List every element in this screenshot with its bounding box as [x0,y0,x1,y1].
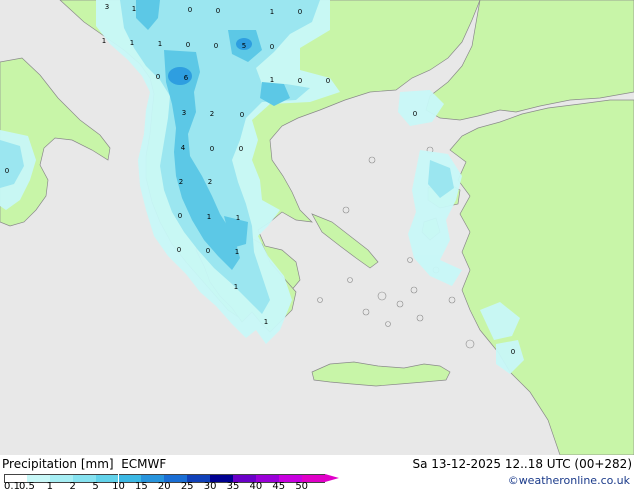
colorbar-tick-label: 1 [46,481,53,492]
model-name: ECMWF [121,457,167,471]
credit-link[interactable]: ©weatheronline.co.uk [508,474,630,487]
precip-value-label: 2 [179,178,183,186]
precip-value-label: 3 [182,109,186,117]
colorbar-tick-label: 30 [203,481,217,492]
precip-value-label: 0 [239,145,243,153]
precip-value-label: 0 [326,77,330,85]
precip-value-label: 0 [156,73,160,81]
precip-value-label: 1 [236,214,240,222]
precip-value-label: 1 [234,283,238,291]
precip-value-label: 5 [242,42,246,50]
precip-value-label: 0 [298,77,302,85]
precip-value-label: 0 [214,42,218,50]
precip-value-label: 2 [210,110,214,118]
precip-value-label: 0 [511,348,515,356]
chart-title: Precipitation [mm] ECMWF [2,457,166,471]
precip-value-label: 0 [240,111,244,119]
title-text: Precipitation [mm] [2,457,114,471]
colorbar-tick-label: 10 [112,481,125,492]
precip-value-label: 4 [181,144,186,152]
precip-value-label: 0 [206,247,210,255]
colorbar-tick-label: 5 [92,481,99,492]
colorbar-tick-label: 15 [135,481,148,492]
colorbar-tick-label: 0.1 [4,481,20,492]
precip-value-label: 1 [130,39,134,47]
colorbar-tick-label: 45 [272,481,286,492]
colorbar-tick-label: 20 [157,481,171,492]
precip-value-label: 1 [235,248,239,256]
precip-value-label: 0 [298,8,302,16]
precip-value-label: 1 [270,8,274,16]
precip-value-label: 0 [216,7,220,15]
precip-value-label: 1 [270,76,274,84]
precip-value-label: 1 [158,40,162,48]
valid-time: Sa 13-12-2025 12..18 UTC (00+282) [412,457,632,471]
precip-value-label: 0 [5,167,9,175]
colorbar-tick-label: 2 [69,481,76,492]
precip-value-label: 0 [186,41,190,49]
precip-value-label: 1 [207,213,211,221]
precip-value-label: 1 [132,5,136,13]
colorbar-tick-label: 25 [180,481,194,492]
colorbar-tick-label: 50 [295,481,309,492]
precipitation-map: 3 1 0 0 1 0 1 1 1 0 0 5 0 0 6 1 0 0 3 2 0 0 4 0 0 0 2 2 0 1 1 0 0 1 1 1 0 [0,0,634,455]
colorbar-tick-label: 35 [226,481,240,492]
precip-value-label: 0 [177,246,181,254]
precip-value-label: 0 [178,212,182,220]
precip-value-label: 1 [264,318,268,326]
precip-value-label: 3 [105,3,109,11]
precip-value-label: 1 [102,37,106,45]
precip-value-label: 0 [413,110,417,118]
precip-value-label: 0 [210,145,214,153]
colorbar-tick-label: 40 [249,481,263,492]
precip-value-label: 0 [270,43,274,51]
legend-footer: Precipitation [mm] ECMWF Sa 13-12-2025 1… [0,455,634,492]
precip-value-label: 2 [208,178,212,186]
precip-value-label: 0 [188,6,192,14]
colorbar-arrow [324,474,339,482]
colorbar-tick-label: 0.5 [18,481,35,492]
precip-value-label: 6 [184,74,189,82]
